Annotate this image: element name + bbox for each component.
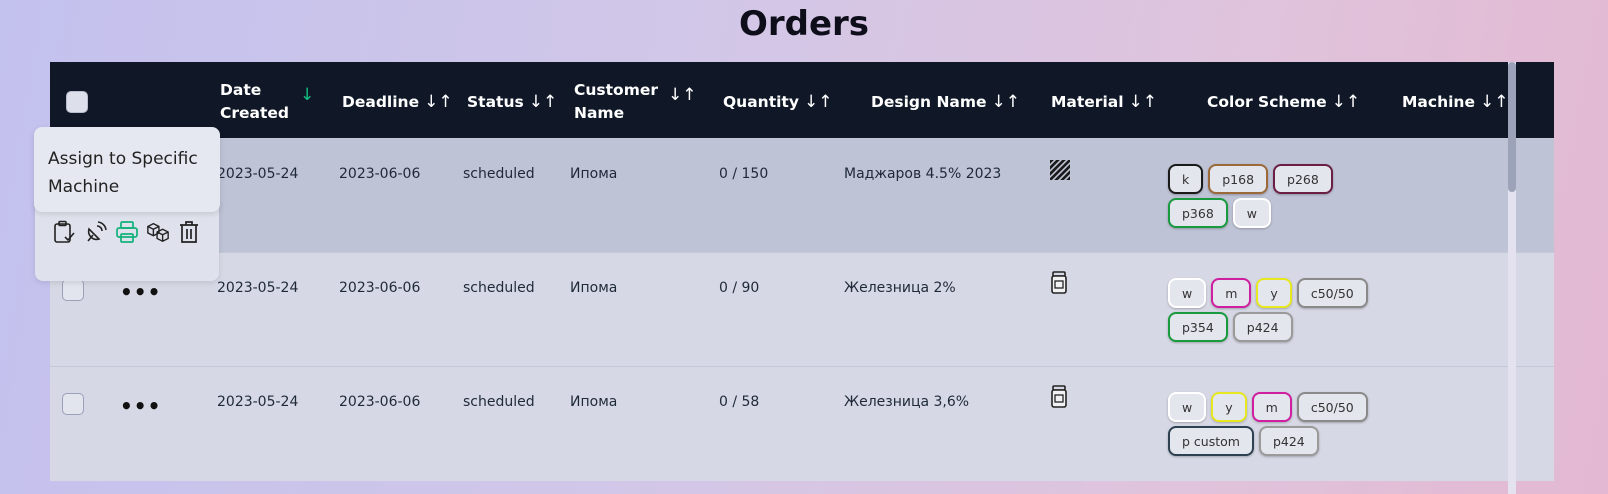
column-header-color-scheme[interactable]: Color Scheme ↓↑: [1207, 62, 1360, 142]
color-chip: p168: [1208, 164, 1269, 194]
color-scheme-chips: k p168 p268 p368 w: [1168, 164, 1388, 228]
sort-arrow-icon[interactable]: ↓: [300, 84, 314, 107]
column-header-date-created[interactable]: Date Created ↓: [220, 62, 320, 142]
column-label: Date Created: [220, 81, 290, 122]
color-chip: m: [1251, 392, 1292, 422]
trash-icon[interactable]: [177, 220, 201, 244]
status-cell: scheduled: [463, 166, 535, 182]
row-checkbox[interactable]: [62, 279, 84, 301]
color-chip: p268: [1273, 164, 1333, 194]
column-label: Design Name: [871, 92, 987, 111]
color-chip: p custom: [1168, 426, 1254, 456]
column-label: Machine: [1402, 92, 1475, 111]
color-chip: p368: [1168, 198, 1228, 228]
sort-arrows-icon[interactable]: ↓↑: [668, 84, 697, 107]
table-row[interactable]: ••• 2023-05-24 2023-06-06 scheduled Ипом…: [50, 252, 1554, 367]
sort-arrows-icon[interactable]: ↓↑: [1332, 91, 1361, 114]
column-label: Quantity: [723, 92, 799, 111]
color-chip: y: [1256, 278, 1292, 308]
column-label: Status: [467, 92, 524, 111]
date-created-cell: 2023-05-24: [217, 166, 299, 182]
design-name-cell: Железница 3,6%: [844, 394, 970, 410]
orders-table: Date Created ↓ Deadline ↓↑ Status ↓↑ Cus…: [50, 62, 1554, 494]
column-header-material[interactable]: Material ↓↑: [1051, 62, 1157, 142]
clipboard-check-icon[interactable]: [52, 220, 76, 244]
color-chip: p424: [1258, 426, 1319, 456]
date-created-cell: 2023-05-24: [217, 280, 299, 296]
vertical-scrollbar[interactable]: [1508, 62, 1516, 494]
status-cell: scheduled: [463, 280, 535, 296]
color-chip: m: [1211, 278, 1252, 308]
design-name-cell: Маджаров 4.5% 2023: [844, 166, 1002, 182]
color-scheme-chips: w m y c50/50 p354 p424: [1168, 278, 1388, 342]
jar-icon: [1050, 385, 1072, 408]
column-header-quantity[interactable]: Quantity ↓↑: [723, 62, 832, 142]
row-actions-menu-icon[interactable]: •••: [120, 280, 161, 304]
color-chip: y: [1211, 392, 1247, 422]
tooltip-text: Assign to Specific Machine: [48, 149, 198, 197]
striped-material-icon: [1049, 159, 1071, 181]
column-label: Customer Name: [574, 81, 659, 122]
deadline-cell: 2023-06-06: [339, 166, 421, 182]
row-checkbox[interactable]: [62, 393, 84, 415]
sort-arrows-icon[interactable]: ↓↑: [992, 91, 1021, 114]
deadline-cell: 2023-06-06: [339, 280, 421, 296]
column-header-customer-name[interactable]: Customer Name ↓↑: [574, 62, 697, 142]
quantity-cell: 0 / 90: [719, 280, 760, 296]
design-name-cell: Железница 2%: [844, 280, 956, 296]
quantity-cell: 0 / 150: [719, 166, 769, 182]
sort-arrows-icon[interactable]: ↓↑: [1480, 91, 1509, 114]
customer-cell: Ипома: [570, 280, 618, 296]
customer-cell: Ипома: [570, 166, 618, 182]
column-label: Deadline: [342, 92, 420, 111]
color-chip: c50/50: [1296, 278, 1368, 308]
row-actions-menu: [35, 200, 219, 281]
sort-arrows-icon[interactable]: ↓↑: [1129, 91, 1158, 114]
row-actions-menu-icon[interactable]: •••: [120, 394, 161, 418]
deadline-cell: 2023-06-06: [339, 394, 421, 410]
select-all-checkbox[interactable]: [66, 91, 88, 113]
page-title: Orders: [738, 4, 870, 44]
color-chip: p424: [1232, 312, 1293, 342]
satellite-dish-icon[interactable]: [84, 220, 108, 244]
customer-cell: Ипома: [570, 394, 618, 410]
color-chip: p354: [1168, 312, 1228, 342]
table-row[interactable]: 2023-05-24 2023-06-06 scheduled Ипома 0 …: [50, 138, 1554, 253]
column-label: Material: [1051, 92, 1124, 111]
color-chip: w: [1168, 278, 1207, 308]
quantity-cell: 0 / 58: [719, 394, 760, 410]
column-header-machine[interactable]: Machine ↓↑: [1402, 62, 1508, 142]
table-header: Date Created ↓ Deadline ↓↑ Status ↓↑ Cus…: [50, 62, 1554, 142]
column-header-status[interactable]: Status ↓↑: [467, 62, 557, 142]
status-cell: scheduled: [463, 394, 535, 410]
color-chip: c50/50: [1296, 392, 1368, 422]
column-header-deadline[interactable]: Deadline ↓↑: [342, 62, 453, 142]
scrollbar-thumb[interactable]: [1508, 62, 1516, 192]
action-tooltip: Assign to Specific Machine: [34, 127, 220, 212]
date-created-cell: 2023-05-24: [217, 394, 299, 410]
color-chip: k: [1168, 164, 1204, 194]
color-scheme-chips: w y m c50/50 p custom p424: [1168, 392, 1388, 456]
printer-icon[interactable]: [115, 220, 139, 244]
sort-arrows-icon[interactable]: ↓↑: [529, 91, 558, 114]
column-header-design-name[interactable]: Design Name ↓↑: [871, 62, 1020, 142]
column-label: Color Scheme: [1207, 92, 1327, 111]
table-row[interactable]: ••• 2023-05-24 2023-06-06 scheduled Ипом…: [50, 366, 1554, 481]
color-chip: w: [1232, 198, 1272, 228]
jar-icon: [1050, 271, 1072, 294]
sort-arrows-icon[interactable]: ↓↑: [804, 91, 833, 114]
color-chip: w: [1168, 392, 1207, 422]
boxes-icon[interactable]: [146, 220, 170, 244]
sort-arrows-icon[interactable]: ↓↑: [424, 91, 453, 114]
